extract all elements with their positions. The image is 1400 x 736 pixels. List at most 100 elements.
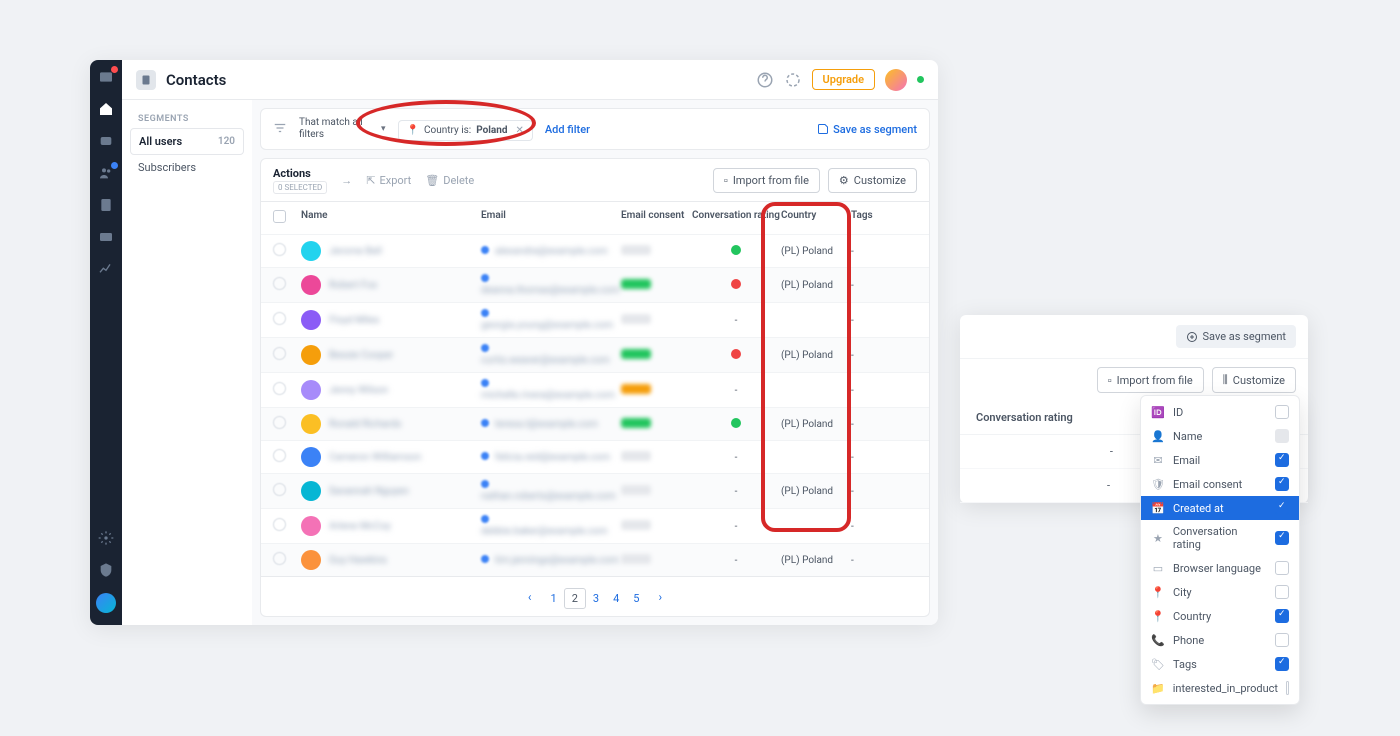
table-row[interactable]: Bessie Cooper curtis.weaver@example.com … xyxy=(261,337,929,372)
column-toggle-checkbox[interactable] xyxy=(1275,657,1289,671)
column-toggle-checkbox[interactable] xyxy=(1275,429,1289,443)
filter-chip-country[interactable]: 📍 Country is: Poland ✕ xyxy=(398,120,533,141)
table-row[interactable]: Floyd Miles georgia.young@example.com - … xyxy=(261,302,929,337)
table-row[interactable]: Jenny Wilson michelle.rivera@example.com… xyxy=(261,372,929,407)
filter-match-label[interactable]: That match all filters xyxy=(299,117,369,141)
user-avatar[interactable] xyxy=(885,69,907,91)
row-checkbox[interactable] xyxy=(273,277,286,290)
customize-button[interactable]: ⚙ Customize xyxy=(828,168,917,193)
table-row[interactable]: Jerome Bell alexandra@example.com (PL) P… xyxy=(261,234,929,267)
rail-people[interactable] xyxy=(97,164,115,182)
avatar xyxy=(301,345,321,365)
table-row[interactable]: Arlene McCoy debbie.baker@example.com - … xyxy=(261,508,929,543)
row-checkbox[interactable] xyxy=(273,347,286,360)
actions-label: Actions xyxy=(273,167,311,180)
column-toggle-checkbox[interactable] xyxy=(1275,453,1289,467)
row-checkbox[interactable] xyxy=(273,518,286,531)
col-tags[interactable]: Tags xyxy=(851,210,901,226)
col-name[interactable]: Name xyxy=(301,210,481,226)
customize-button-alt[interactable]: ⫼ Customize xyxy=(1212,367,1296,393)
import-button[interactable]: ▫ Import from file xyxy=(713,168,820,193)
dropdown-item-conversation-rating[interactable]: ★Conversation rating xyxy=(1141,520,1299,556)
refresh-icon[interactable] xyxy=(784,71,802,89)
table-row[interactable]: Cameron Williamson felicia.reid@example.… xyxy=(261,440,929,473)
segments-sidebar: SEGMENTS All users 120 Subscribers xyxy=(122,100,252,625)
column-toggle-checkbox[interactable] xyxy=(1286,681,1289,695)
column-toggle-checkbox[interactable] xyxy=(1275,531,1289,545)
help-icon[interactable] xyxy=(756,71,774,89)
dropdown-item-browser-language[interactable]: ▭Browser language xyxy=(1141,556,1299,580)
page-1[interactable]: 1 xyxy=(544,589,564,608)
upgrade-button[interactable]: Upgrade xyxy=(812,69,875,90)
avatar xyxy=(301,310,321,330)
page-header: Contacts Upgrade xyxy=(122,60,938,100)
row-checkbox[interactable] xyxy=(273,312,286,325)
column-toggle-checkbox[interactable] xyxy=(1275,585,1289,599)
dropdown-item-interested_in_product[interactable]: 📁interested_in_product xyxy=(1141,676,1299,700)
rail-home[interactable] xyxy=(97,100,115,118)
col-consent[interactable]: Email consent xyxy=(621,210,691,226)
column-toggle-checkbox[interactable] xyxy=(1275,633,1289,647)
column-toggle-checkbox[interactable] xyxy=(1275,477,1289,491)
save-segment-button[interactable]: Save as segment xyxy=(817,123,917,136)
chevron-down-icon[interactable]: ▾ xyxy=(381,124,386,134)
row-checkbox[interactable] xyxy=(273,243,286,256)
dropdown-item-id[interactable]: 🆔ID xyxy=(1141,400,1299,424)
column-toggle-checkbox[interactable] xyxy=(1275,501,1289,515)
page-5[interactable]: 5 xyxy=(626,589,646,608)
page-2[interactable]: 2 xyxy=(564,588,586,609)
row-checkbox[interactable] xyxy=(273,552,286,565)
col-country[interactable]: Country xyxy=(781,210,851,226)
col-rating[interactable]: Conversation rating xyxy=(691,210,781,226)
page-4[interactable]: 4 xyxy=(606,589,626,608)
dropdown-item-name[interactable]: 👤Name xyxy=(1141,424,1299,448)
page-3[interactable]: 3 xyxy=(586,589,606,608)
dropdown-item-created-at[interactable]: 📅Created at xyxy=(1141,496,1299,520)
contact-email: deanna.thomas@example.com xyxy=(481,285,620,296)
column-toggle-checkbox[interactable] xyxy=(1275,609,1289,623)
save-segment-button-alt[interactable]: Save as segment xyxy=(1176,325,1296,348)
add-filter-button[interactable]: Add filter xyxy=(545,123,590,136)
col-email[interactable]: Email xyxy=(481,210,621,226)
close-icon[interactable]: ✕ xyxy=(515,125,523,136)
customize-panel: Save as segment ▫ Import from file ⫼ Cus… xyxy=(960,315,1308,503)
dropdown-item-country[interactable]: 📍Country xyxy=(1141,604,1299,628)
table-row[interactable]: Guy Hawkins tim.jennings@example.com - (… xyxy=(261,543,929,576)
rail-help[interactable] xyxy=(97,561,115,579)
select-all-checkbox[interactable] xyxy=(273,210,286,223)
dropdown-item-tags[interactable]: 🏷Tags xyxy=(1141,652,1299,676)
delete-button[interactable]: 🗑 Delete xyxy=(425,174,474,187)
table-row[interactable]: Ronald Richards teresa.t@example.com (PL… xyxy=(261,407,929,440)
contact-email: tim.jennings@example.com xyxy=(495,555,619,566)
dropdown-item-phone[interactable]: 📞Phone xyxy=(1141,628,1299,652)
avatar xyxy=(301,550,321,570)
import-button-alt[interactable]: ▫ Import from file xyxy=(1097,367,1204,393)
row-checkbox[interactable] xyxy=(273,416,286,429)
user-icon: 👤 xyxy=(1151,430,1165,443)
filter-bar: That match all filters ▾ 📍 Country is: P… xyxy=(260,108,930,150)
row-checkbox[interactable] xyxy=(273,449,286,462)
segment-all-users[interactable]: All users 120 xyxy=(130,128,244,155)
column-toggle-checkbox[interactable] xyxy=(1275,405,1289,419)
segment-subscribers[interactable]: Subscribers xyxy=(130,155,244,180)
tag-icon: 🏷 xyxy=(1151,658,1165,671)
rail-bot[interactable] xyxy=(97,132,115,150)
pin-icon: 📍 xyxy=(1151,586,1165,599)
rail-analytics[interactable] xyxy=(97,260,115,278)
dropdown-item-city[interactable]: 📍City xyxy=(1141,580,1299,604)
rail-contacts[interactable] xyxy=(97,196,115,214)
rail-inbox[interactable] xyxy=(97,68,115,86)
next-page-button[interactable]: › xyxy=(654,590,666,604)
prev-page-button[interactable]: ‹ xyxy=(524,590,536,604)
row-checkbox[interactable] xyxy=(273,483,286,496)
rail-settings[interactable] xyxy=(97,529,115,547)
table-row[interactable]: Robert Fox deanna.thomas@example.com (PL… xyxy=(261,267,929,302)
export-button[interactable]: ⇱ Export xyxy=(366,174,411,187)
forward-action[interactable]: → xyxy=(341,174,352,187)
table-row[interactable]: Savannah Nguyen nathan.roberts@example.c… xyxy=(261,473,929,508)
rail-card[interactable] xyxy=(97,228,115,246)
row-checkbox[interactable] xyxy=(273,382,286,395)
dropdown-item-email[interactable]: ✉Email xyxy=(1141,448,1299,472)
column-toggle-checkbox[interactable] xyxy=(1275,561,1289,575)
dropdown-item-email-consent[interactable]: 🛡Email consent xyxy=(1141,472,1299,496)
